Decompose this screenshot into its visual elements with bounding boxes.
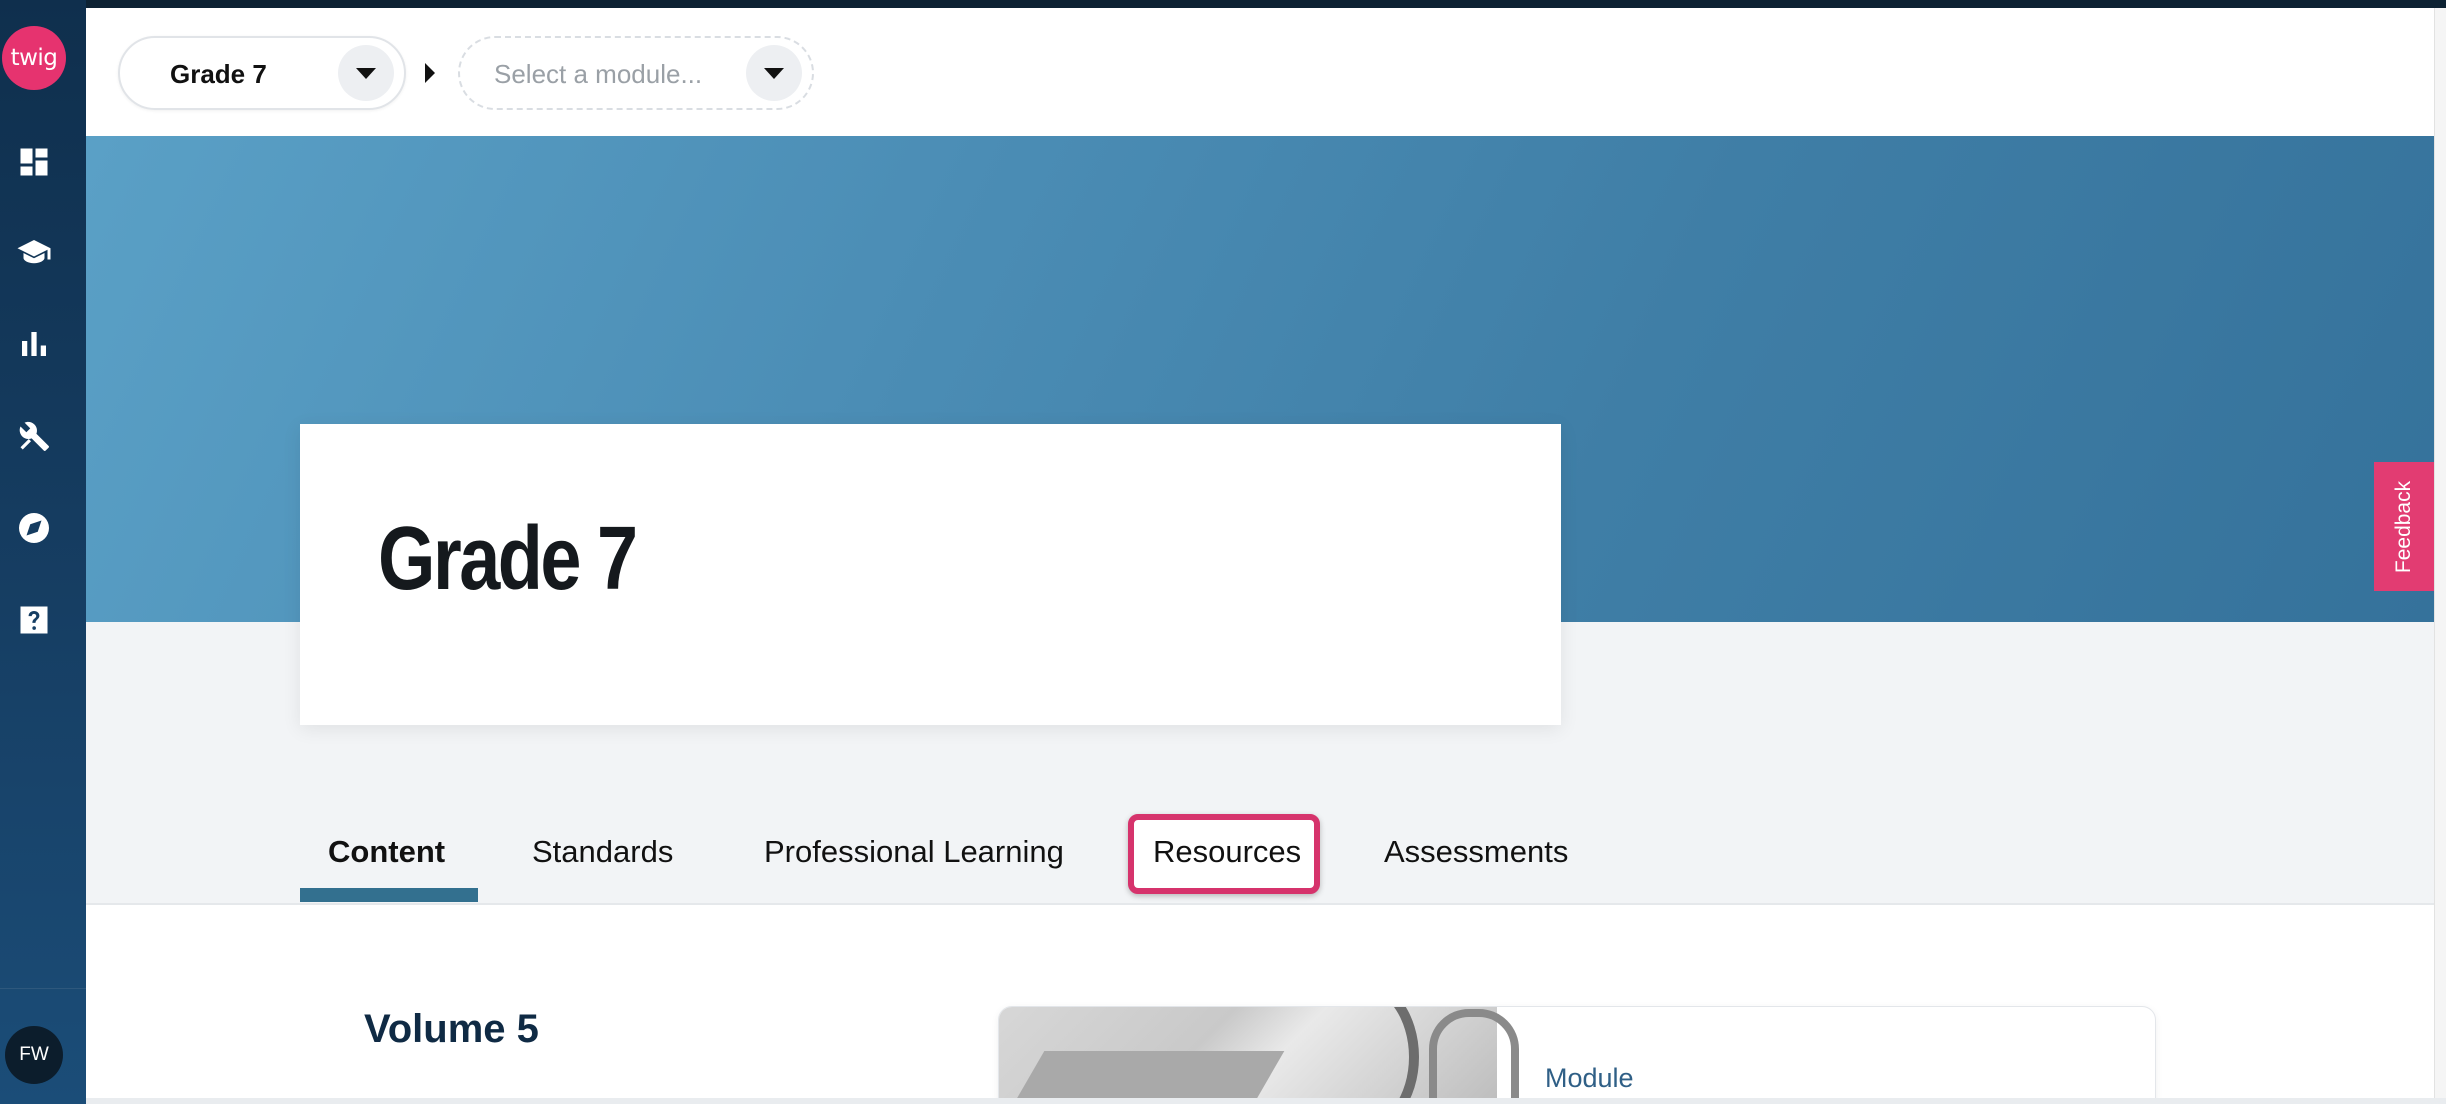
page-scrollbar[interactable] [2434, 8, 2446, 1098]
tab-professional-learning[interactable]: Professional Learning [764, 834, 1064, 870]
compass-icon[interactable] [14, 508, 54, 548]
breadcrumb: Grade 7 Select a module... [86, 8, 2434, 136]
volume-title: Volume 5 [364, 1007, 539, 1051]
tools-icon[interactable] [14, 416, 54, 456]
module-thumbnail [999, 1007, 1519, 1103]
tab-assessments[interactable]: Assessments [1384, 834, 1568, 870]
active-tab-indicator [300, 888, 478, 902]
module-select-placeholder: Select a module... [494, 59, 703, 89]
graduation-cap-icon[interactable] [14, 232, 54, 272]
sidebar-divider [0, 988, 86, 989]
module-select[interactable]: Select a module... [458, 36, 814, 110]
bottom-edge [86, 1098, 2446, 1104]
top-strip [0, 0, 2446, 8]
chevron-down-icon[interactable] [746, 45, 802, 101]
bar-chart-icon[interactable] [14, 324, 54, 364]
tab-content[interactable]: Content [328, 834, 445, 870]
avatar[interactable]: FW [5, 1026, 63, 1084]
chevron-down-icon[interactable] [338, 45, 394, 101]
breadcrumb-arrow-icon [425, 63, 435, 83]
twig-logo[interactable]: twig [2, 26, 66, 90]
grade-select-value: Grade 7 [170, 59, 267, 89]
grade-select[interactable]: Grade 7 [118, 36, 406, 110]
feedback-button[interactable]: Feedback [2374, 462, 2434, 591]
dashboard-icon[interactable] [14, 142, 54, 182]
tab-resources[interactable]: Resources [1153, 834, 1301, 870]
page-title: Grade 7 [378, 509, 638, 609]
tab-standards[interactable]: Standards [532, 834, 673, 870]
title-card: Grade 7 [300, 424, 1561, 725]
module-card[interactable]: Module [998, 1006, 2156, 1104]
feedback-label: Feedback [2392, 480, 2416, 573]
help-icon[interactable] [14, 600, 54, 640]
sidebar: twig FW [0, 0, 86, 1104]
module-card-label: Module [1545, 1063, 1634, 1093]
